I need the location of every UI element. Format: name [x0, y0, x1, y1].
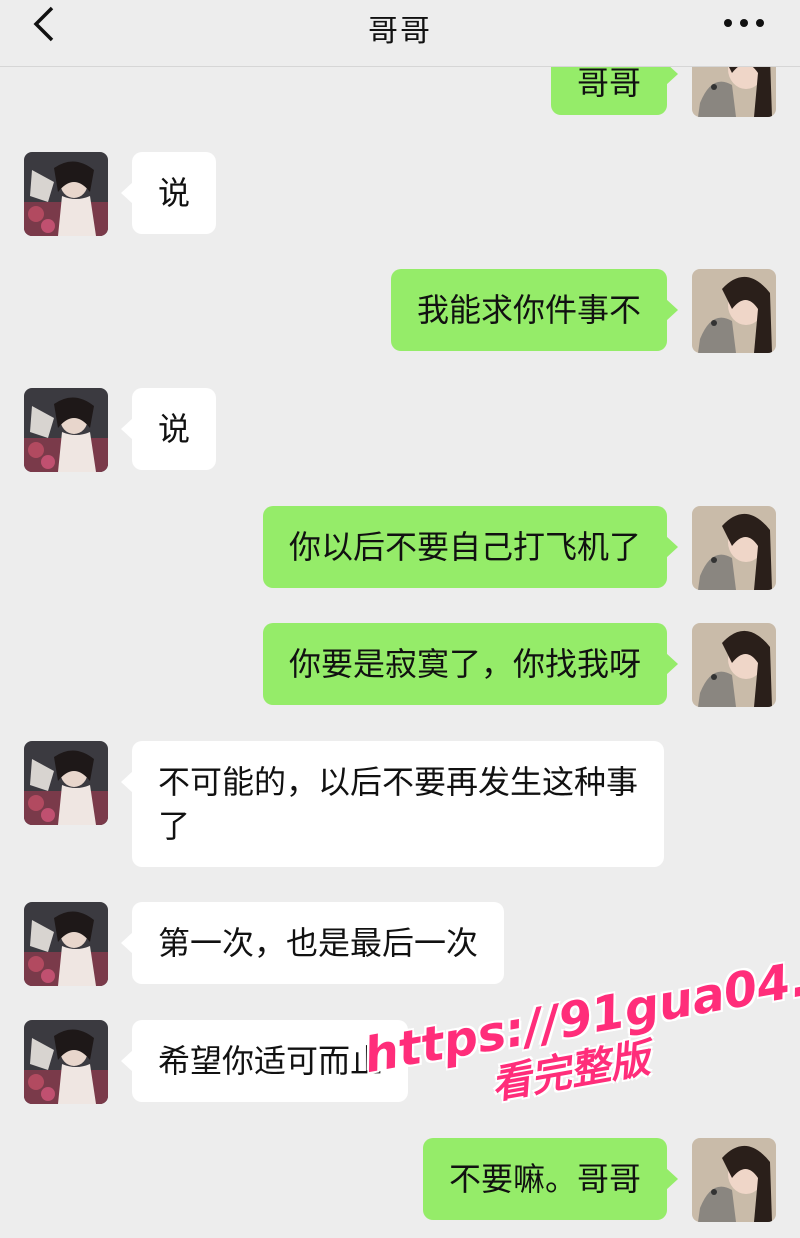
message-bubble-incoming[interactable]: 第一次，也是最后一次 — [120, 902, 505, 984]
message-bubble-incoming[interactable]: 说 — [120, 152, 217, 234]
my-avatar[interactable] — [692, 506, 776, 590]
more-button[interactable] — [722, 8, 766, 38]
chat-title: 哥哥 — [368, 14, 432, 49]
my-avatar[interactable] — [692, 1138, 776, 1222]
contact-avatar[interactable] — [24, 388, 108, 472]
contact-avatar[interactable] — [24, 1020, 108, 1104]
more-dots-icon — [724, 19, 764, 27]
my-avatar[interactable] — [692, 269, 776, 353]
message-bubble-outgoing[interactable]: 你以后不要自己打飞机了 — [262, 506, 679, 588]
message-bubble-outgoing[interactable]: 我能求你件事不 — [390, 269, 679, 351]
contact-avatar[interactable] — [24, 741, 108, 825]
chat-header: 哥哥 — [0, 0, 800, 67]
contact-avatar[interactable] — [24, 902, 108, 986]
my-avatar[interactable] — [692, 623, 776, 707]
message-bubble-outgoing[interactable]: 你要是寂寞了，你找我呀 — [262, 623, 679, 705]
message-bubble-incoming[interactable]: 说 — [120, 388, 217, 470]
contact-avatar[interactable] — [24, 152, 108, 236]
message-bubble-outgoing[interactable]: 不要嘛。哥哥 — [422, 1138, 679, 1220]
message-bubble-incoming[interactable]: 不可能的，以后不要再发生这种事了 — [121, 741, 664, 867]
